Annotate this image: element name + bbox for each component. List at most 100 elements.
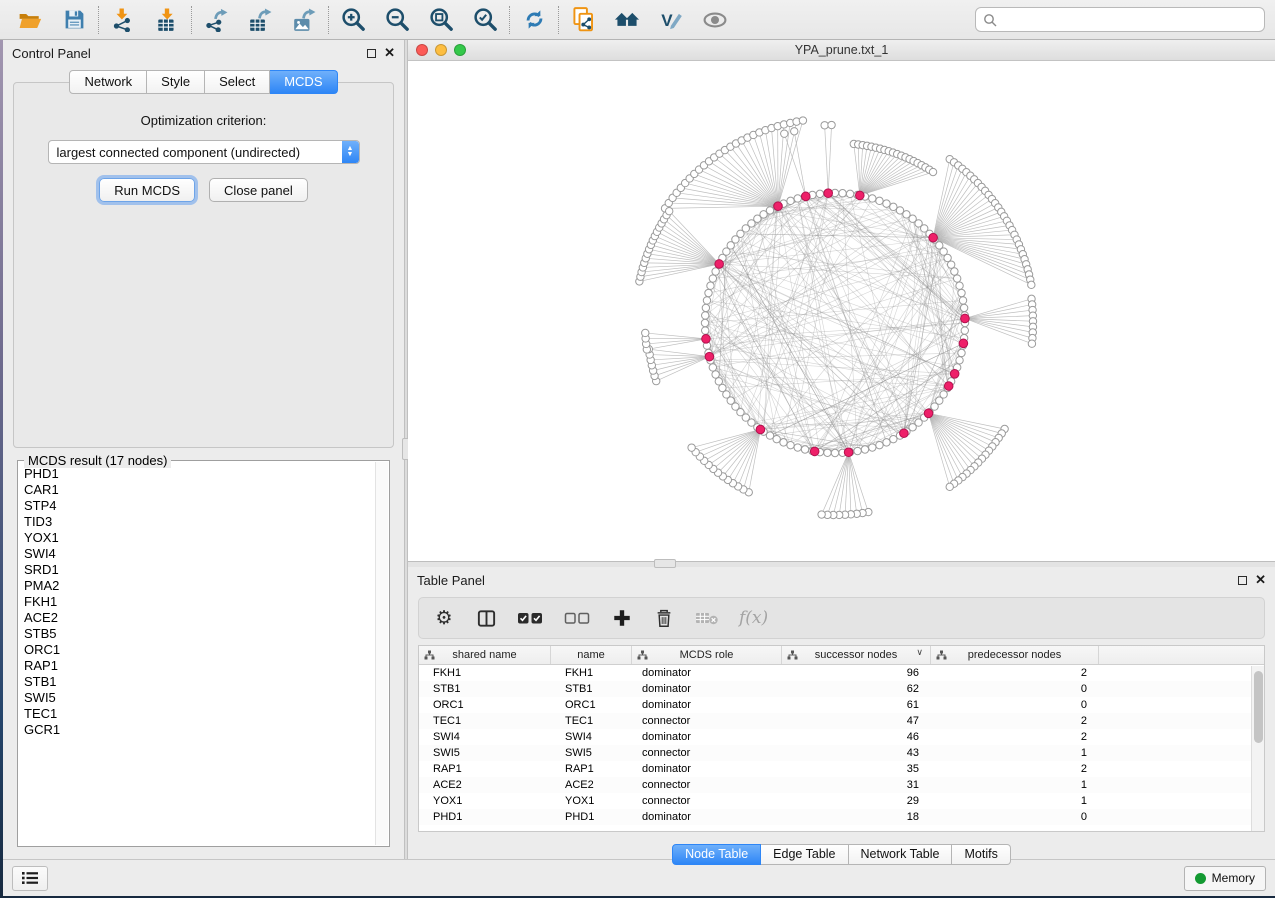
zoom-in-icon[interactable] bbox=[338, 5, 368, 35]
scrollbar-thumb[interactable] bbox=[1254, 671, 1263, 743]
zoom-selected-icon[interactable] bbox=[470, 5, 500, 35]
table-row[interactable]: YOX1YOX1connector291 bbox=[419, 793, 1264, 809]
result-item[interactable]: SWI4 bbox=[24, 546, 389, 562]
result-item[interactable]: TID3 bbox=[24, 514, 389, 530]
result-item[interactable]: YOX1 bbox=[24, 530, 389, 546]
cell[interactable]: 47 bbox=[782, 715, 931, 727]
cell[interactable]: ORC1 bbox=[551, 699, 632, 711]
result-item[interactable]: ACE2 bbox=[24, 610, 389, 626]
refresh-icon[interactable] bbox=[519, 5, 549, 35]
cell[interactable]: 2 bbox=[931, 667, 1099, 679]
split-columns-icon[interactable] bbox=[475, 606, 497, 630]
result-item[interactable]: ORC1 bbox=[24, 642, 389, 658]
result-item[interactable]: GCR1 bbox=[24, 722, 389, 738]
cell[interactable]: 2 bbox=[931, 731, 1099, 743]
table-row[interactable]: ACE2ACE2connector311 bbox=[419, 777, 1264, 793]
cell[interactable]: RAP1 bbox=[551, 763, 632, 775]
table-row[interactable]: FKH1FKH1dominator962 bbox=[419, 665, 1264, 681]
tab-select[interactable]: Select bbox=[205, 70, 270, 94]
cell[interactable]: FKH1 bbox=[551, 667, 632, 679]
table-row[interactable]: RAP1RAP1dominator352 bbox=[419, 761, 1264, 777]
cell[interactable]: dominator bbox=[632, 683, 782, 695]
save-icon[interactable] bbox=[59, 5, 89, 35]
zoom-out-icon[interactable] bbox=[382, 5, 412, 35]
close-panel-button[interactable]: Close panel bbox=[209, 178, 308, 202]
horizontal-splitter[interactable] bbox=[408, 562, 1275, 567]
cell[interactable]: 2 bbox=[931, 763, 1099, 775]
cell[interactable]: dominator bbox=[632, 811, 782, 823]
hide-eye-icon[interactable] bbox=[700, 5, 730, 35]
optimization-criterion-select[interactable]: largest connected component (undirected)… bbox=[48, 140, 360, 164]
cell[interactable]: 96 bbox=[782, 667, 931, 679]
task-history-button[interactable] bbox=[12, 866, 48, 891]
result-scrollbar[interactable] bbox=[375, 462, 388, 845]
cell[interactable]: STB1 bbox=[551, 683, 632, 695]
cell[interactable]: 18 bbox=[782, 811, 931, 823]
cell[interactable]: 62 bbox=[782, 683, 931, 695]
cell[interactable]: RAP1 bbox=[419, 763, 551, 775]
cell[interactable]: ACE2 bbox=[551, 779, 632, 791]
cell[interactable]: 0 bbox=[931, 699, 1099, 711]
cell[interactable]: connector bbox=[632, 715, 782, 727]
table-row[interactable]: PHD1PHD1dominator180 bbox=[419, 809, 1264, 825]
splitter-grip[interactable] bbox=[654, 559, 676, 568]
cell[interactable]: 2 bbox=[931, 715, 1099, 727]
cell[interactable]: SWI5 bbox=[419, 747, 551, 759]
search-input[interactable] bbox=[1002, 13, 1257, 27]
table-row[interactable]: SWI4SWI4dominator462 bbox=[419, 729, 1264, 745]
result-item[interactable]: SWI5 bbox=[24, 690, 389, 706]
table-row[interactable]: ORC1ORC1dominator610 bbox=[419, 697, 1264, 713]
cell[interactable]: 46 bbox=[782, 731, 931, 743]
tab-motifs[interactable]: Motifs bbox=[952, 844, 1010, 865]
cell[interactable]: FKH1 bbox=[419, 667, 551, 679]
close-panel-icon[interactable]: ✕ bbox=[1255, 575, 1266, 585]
tab-network[interactable]: Network bbox=[69, 70, 147, 94]
tab-style[interactable]: Style bbox=[147, 70, 205, 94]
table-scrollbar[interactable] bbox=[1251, 666, 1264, 831]
import-table-icon[interactable] bbox=[152, 5, 182, 35]
result-item[interactable]: STB1 bbox=[24, 674, 389, 690]
cell[interactable]: SWI4 bbox=[419, 731, 551, 743]
cell[interactable]: 0 bbox=[931, 811, 1099, 823]
column-header-successor-nodes[interactable]: successor nodes∨ bbox=[782, 646, 931, 664]
mcds-result-list[interactable]: PHD1CAR1STP4TID3YOX1SWI4SRD1PMA2FKH1ACE2… bbox=[18, 461, 389, 846]
cell[interactable]: connector bbox=[632, 747, 782, 759]
result-item[interactable]: STP4 bbox=[24, 498, 389, 514]
table-row[interactable]: SWI5SWI5connector431 bbox=[419, 745, 1264, 761]
cell[interactable]: 31 bbox=[782, 779, 931, 791]
result-item[interactable]: SRD1 bbox=[24, 562, 389, 578]
deselect-all-icon[interactable] bbox=[564, 606, 591, 630]
result-item[interactable]: STB5 bbox=[24, 626, 389, 642]
cell[interactable]: SWI5 bbox=[551, 747, 632, 759]
export-image-icon[interactable] bbox=[289, 5, 319, 35]
column-header-name[interactable]: name bbox=[551, 646, 632, 664]
add-column-icon[interactable] bbox=[611, 606, 633, 630]
cell[interactable]: TEC1 bbox=[551, 715, 632, 727]
select-all-icon[interactable] bbox=[517, 606, 544, 630]
cell[interactable]: 61 bbox=[782, 699, 931, 711]
cell[interactable]: STB1 bbox=[419, 683, 551, 695]
result-item[interactable]: PMA2 bbox=[24, 578, 389, 594]
cell[interactable]: PHD1 bbox=[551, 811, 632, 823]
cell[interactable]: YOX1 bbox=[419, 795, 551, 807]
cell[interactable]: dominator bbox=[632, 731, 782, 743]
float-panel-icon[interactable] bbox=[1238, 576, 1247, 585]
delete-column-icon[interactable] bbox=[653, 606, 675, 630]
column-header-MCDS-role[interactable]: MCDS role bbox=[632, 646, 782, 664]
cell[interactable]: 29 bbox=[782, 795, 931, 807]
run-mcds-button[interactable]: Run MCDS bbox=[99, 178, 195, 202]
open-folder-icon[interactable] bbox=[15, 5, 45, 35]
cell[interactable]: dominator bbox=[632, 667, 782, 679]
table-row[interactable]: TEC1TEC1connector472 bbox=[419, 713, 1264, 729]
tab-mcds[interactable]: MCDS bbox=[270, 70, 337, 94]
cell[interactable]: dominator bbox=[632, 699, 782, 711]
cell[interactable]: ORC1 bbox=[419, 699, 551, 711]
cell[interactable]: YOX1 bbox=[551, 795, 632, 807]
import-network-icon[interactable] bbox=[108, 5, 138, 35]
cell[interactable]: connector bbox=[632, 795, 782, 807]
close-panel-icon[interactable]: ✕ bbox=[384, 48, 395, 58]
cell[interactable]: 1 bbox=[931, 779, 1099, 791]
float-panel-icon[interactable] bbox=[367, 49, 376, 58]
column-header-predecessor-nodes[interactable]: predecessor nodes bbox=[931, 646, 1099, 664]
cell[interactable]: connector bbox=[632, 779, 782, 791]
